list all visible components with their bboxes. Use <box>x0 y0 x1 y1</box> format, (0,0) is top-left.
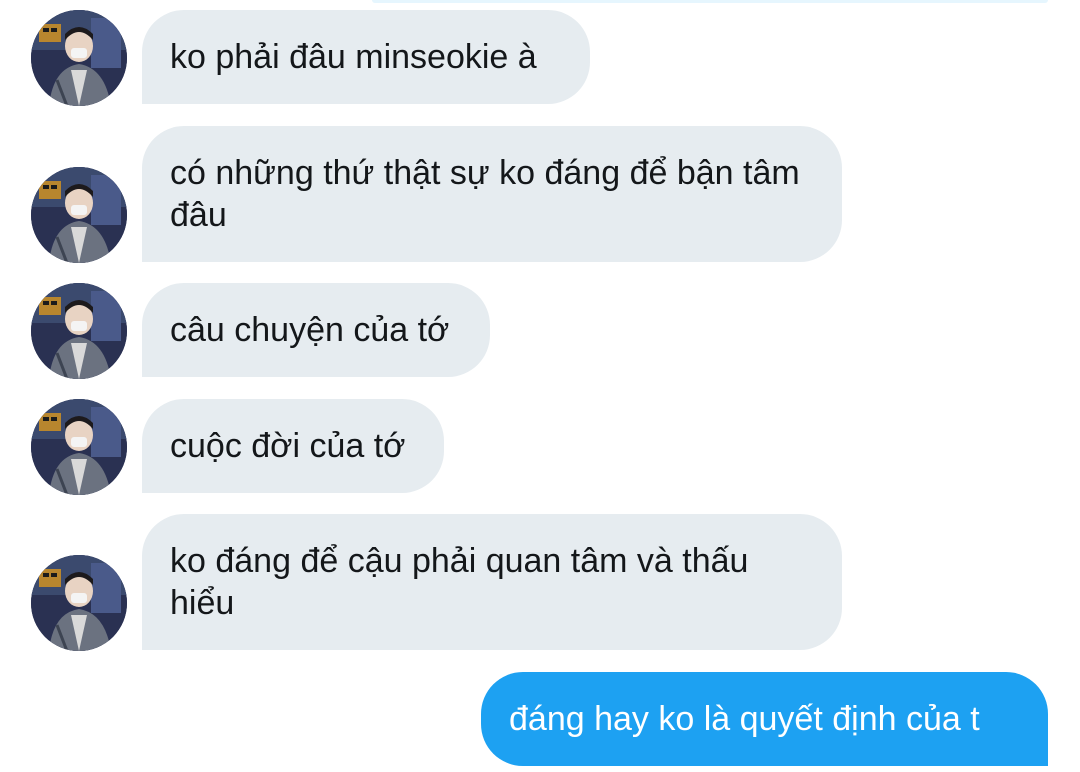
message-text: cuộc đời của tớ <box>170 427 406 465</box>
message-text: ko phải đâu minseokie à <box>170 38 537 76</box>
avatar-photo <box>31 283 127 379</box>
avatar-photo <box>31 555 127 651</box>
message-bubble-received[interactable]: ko đáng để cậu phải quan tâm và thấu hiể… <box>142 514 842 650</box>
message-bubble-sent[interactable]: đáng hay ko là quyết định của t <box>481 672 1048 766</box>
avatar-photo <box>31 167 127 263</box>
sender-avatar[interactable] <box>31 555 127 651</box>
avatar-photo <box>31 10 127 106</box>
sender-avatar[interactable] <box>31 167 127 263</box>
message-bubble-received[interactable]: ko phải đâu minseokie à <box>142 10 590 104</box>
avatar-photo <box>31 399 127 495</box>
sender-avatar[interactable] <box>31 283 127 379</box>
sender-avatar[interactable] <box>31 399 127 495</box>
message-text: đáng hay ko là quyết định của t <box>509 700 980 738</box>
message-text: câu chuyện của tớ <box>170 311 450 349</box>
message-bubble-received[interactable]: cuộc đời của tớ <box>142 399 444 493</box>
message-text: ko đáng để cậu phải quan tâm và thấu hiể… <box>170 542 749 622</box>
message-bubble-received[interactable]: câu chuyện của tớ <box>142 283 490 377</box>
message-text: có những thứ thật sự ko đáng để bận tâm … <box>170 154 800 234</box>
message-bubble-received[interactable]: có những thứ thật sự ko đáng để bận tâm … <box>142 126 842 262</box>
sender-avatar[interactable] <box>31 10 127 106</box>
previous-message-edge <box>372 0 1048 3</box>
